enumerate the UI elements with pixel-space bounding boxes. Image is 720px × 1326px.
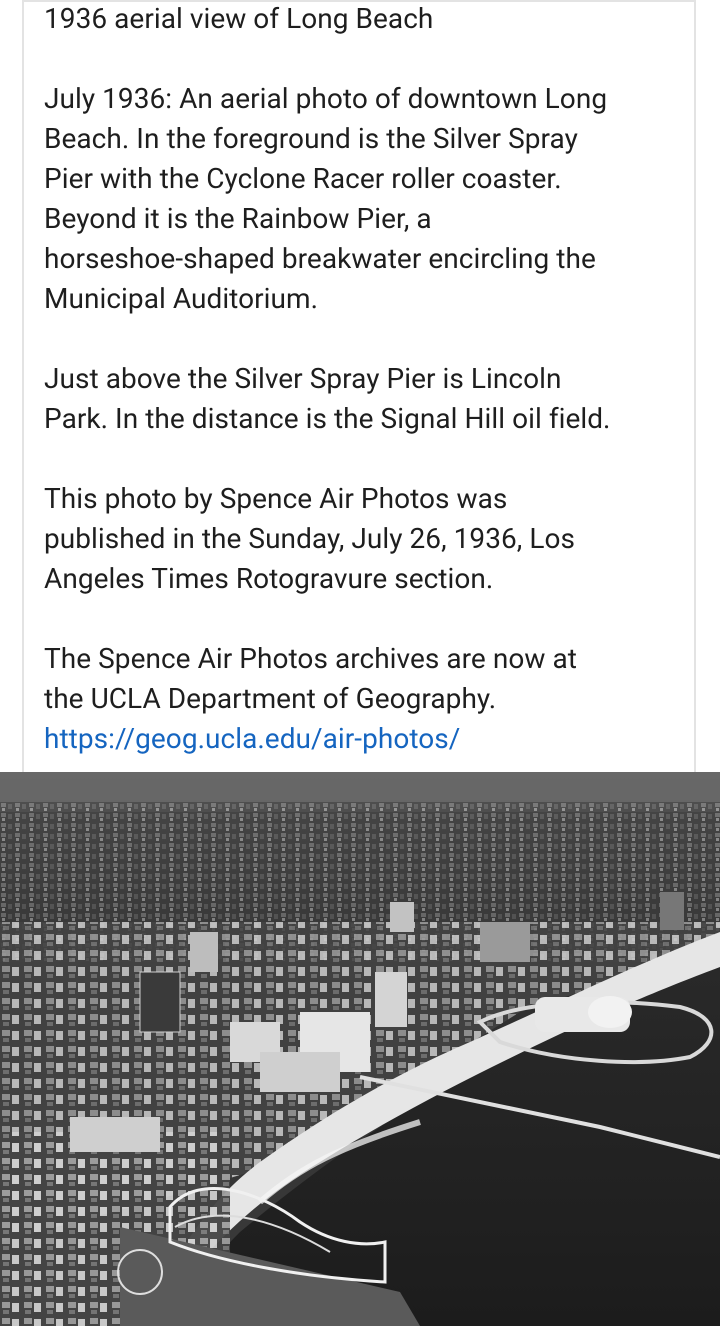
caption-paragraph-4: The Spence Air Photos archives are now a… <box>44 639 684 759</box>
post-caption: 1936 aerial view of Long Beach July 1936… <box>44 0 684 759</box>
air-photos-link[interactable]: https://geog.ucla.edu/air-photos/ <box>44 719 684 759</box>
aerial-photo[interactable] <box>0 772 720 1326</box>
aerial-photo-illustration <box>0 772 720 1326</box>
caption-paragraph-1: July 1936: An aerial photo of downtown L… <box>44 82 608 315</box>
post-view: 1936 aerial view of Long Beach July 1936… <box>0 0 720 1326</box>
post-caption-card: 1936 aerial view of Long Beach July 1936… <box>22 0 696 772</box>
post-title: 1936 aerial view of Long Beach <box>44 2 434 35</box>
caption-paragraph-3: This photo by Spence Air Photos was publ… <box>44 482 575 595</box>
caption-paragraph-2: Just above the Silver Spray Pier is Linc… <box>44 362 611 435</box>
archive-text: The Spence Air Photos archives are now a… <box>44 642 577 715</box>
